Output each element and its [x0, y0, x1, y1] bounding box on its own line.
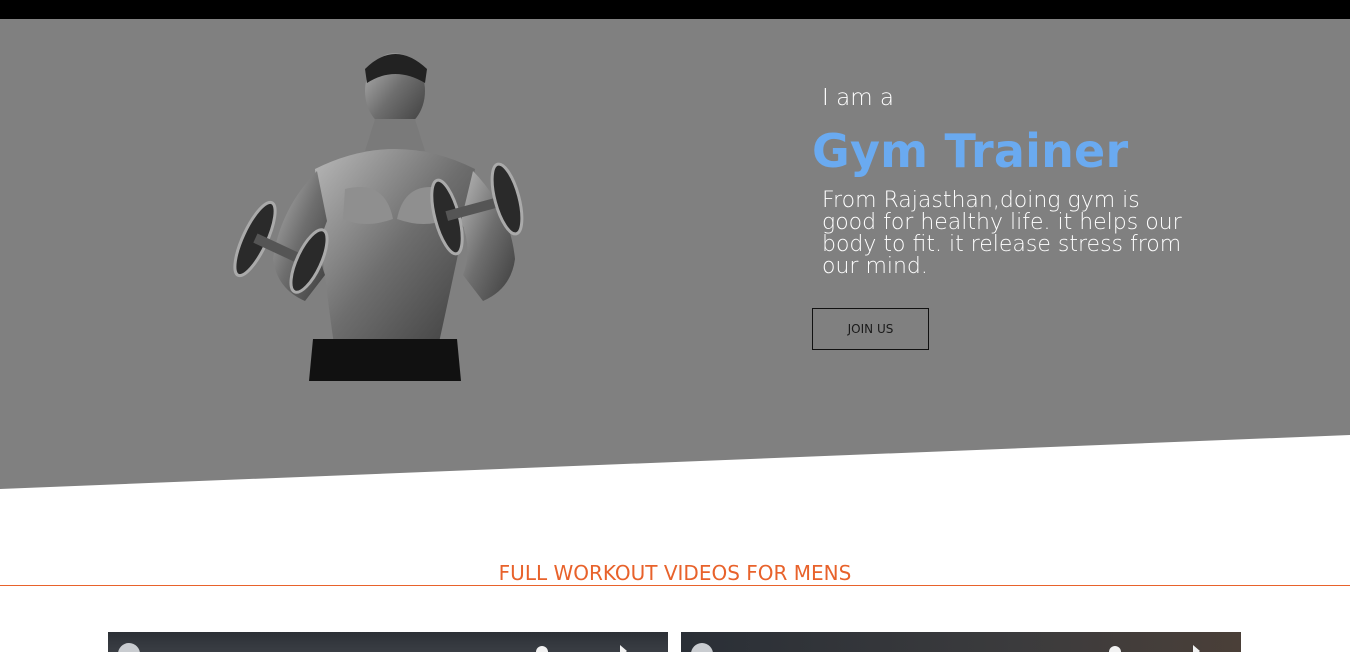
workout-video-2[interactable] — [681, 632, 1241, 652]
more-options-icon[interactable] — [1109, 646, 1121, 652]
top-bar — [0, 0, 1350, 19]
section-heading: FULL WORKOUT VIDEOS FOR MENS — [498, 561, 852, 585]
hero-text: I am a Gym Trainer From Rajasthan,doing … — [812, 82, 1212, 350]
join-us-button[interactable]: JOIN US — [812, 308, 929, 350]
hero-intro: I am a — [822, 85, 894, 111]
hero-section: I am a Gym Trainer From Rajasthan,doing … — [0, 19, 1350, 489]
section-divider — [0, 585, 1350, 586]
share-icon[interactable] — [620, 645, 627, 652]
hero-title: Gym Trainer — [812, 124, 1129, 178]
channel-avatar-icon[interactable] — [691, 643, 713, 652]
share-icon[interactable] — [1193, 645, 1200, 652]
gym-trainer-image — [233, 53, 524, 381]
channel-avatar-icon[interactable] — [118, 643, 140, 652]
workout-video-1[interactable] — [108, 632, 668, 652]
hero-description: From Rajasthan,doing gym is good for hea… — [822, 188, 1182, 279]
more-options-icon[interactable] — [536, 646, 548, 652]
